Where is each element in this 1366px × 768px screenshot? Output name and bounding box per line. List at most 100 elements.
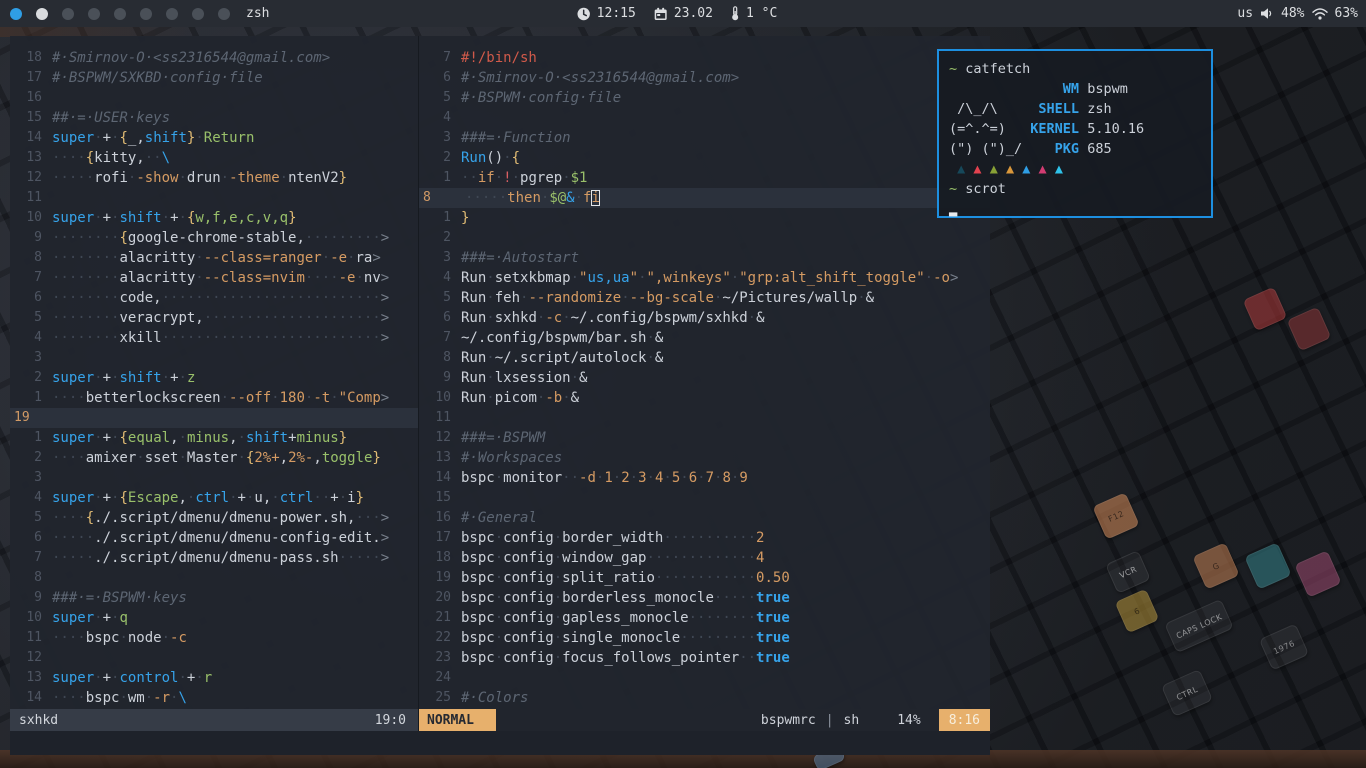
vim-split-bspwmrc[interactable]: 7#!/bin/sh6#·Smirnov-O·<ss2316544@gmail.…: [419, 36, 990, 731]
workspace-dot-2[interactable]: [36, 8, 48, 20]
code-line: 1····betterlockscreen·--off·180·-t·"Comp…: [10, 388, 418, 408]
token: PKG: [1030, 141, 1079, 157]
token: ·: [330, 390, 338, 406]
code-text: ##·=·USER·keys: [42, 108, 170, 128]
token: kitty,: [94, 150, 145, 166]
line-number: 8: [10, 568, 42, 588]
code-line: 19bspc·config·split_ratio············0.5…: [419, 568, 990, 588]
token: $1: [571, 170, 588, 186]
token: ##·=·USER·keys: [52, 110, 170, 126]
token: veracrypt,: [119, 310, 203, 326]
token: 2: [756, 530, 764, 546]
token: -theme: [229, 170, 280, 186]
token: ~: [949, 181, 957, 197]
token: config: [503, 570, 554, 586]
token: true: [756, 650, 790, 666]
workspace-dot-9[interactable]: [218, 8, 230, 20]
token: >: [381, 510, 389, 526]
workspace-dot-3[interactable]: [62, 8, 74, 20]
line-number: 11: [10, 188, 42, 208]
workspace-dot-8[interactable]: [192, 8, 204, 20]
code-text: super·+·{Escape,·ctrl·+·u,·ctrl··+·i}: [42, 488, 364, 508]
wifi-icon[interactable]: [1312, 8, 1328, 20]
token: {: [119, 490, 127, 506]
token: ·: [554, 610, 562, 626]
token: z: [187, 370, 195, 386]
token: ·: [554, 650, 562, 666]
workspace-dot-6[interactable]: [140, 8, 152, 20]
token: if: [478, 170, 495, 186]
workspace-dot-1[interactable]: [10, 8, 22, 20]
line-number: 13: [419, 448, 451, 468]
code-text: ·····then·$@&·fi: [455, 188, 600, 208]
token: ·: [339, 490, 347, 506]
token: &: [866, 290, 874, 306]
token: setxkbmap: [495, 270, 571, 286]
token: ····: [52, 630, 86, 646]
token: ·····: [52, 170, 94, 186]
token: "grp:alt_shift_toggle": [739, 270, 924, 286]
token: ·: [162, 210, 170, 226]
code-text: ········alacritty·--class=ranger·-e·ra>: [42, 248, 381, 268]
token: monitor: [503, 470, 562, 486]
token: ,: [170, 430, 178, 446]
token: border_width: [562, 530, 663, 546]
status-filetype: sh: [844, 713, 860, 728]
token: ····: [52, 690, 86, 706]
code-text: ········veracrypt,·····················>: [42, 308, 389, 328]
code-text: ····amixer·sset·Master·{2%+,2%-,toggle}: [42, 448, 381, 468]
token: Run: [461, 290, 486, 306]
token: super: [52, 610, 94, 626]
code-line: 5Run·feh·--randomize·--bg-scale·~/Pictur…: [419, 288, 990, 308]
code-line: 10Run·picom·-b·&: [419, 388, 990, 408]
token: rofi: [94, 170, 128, 186]
token: 8: [722, 470, 730, 486]
token: ·: [178, 170, 186, 186]
status-time-badge: 8:16: [939, 709, 990, 731]
workspace-dot-7[interactable]: [166, 8, 178, 20]
code-line: 5········veracrypt,·····················…: [10, 308, 418, 328]
token: sxhkd: [495, 310, 537, 326]
token: {: [512, 150, 520, 166]
line-number: 14: [419, 468, 451, 488]
code-text: #·Workspaces: [451, 448, 562, 468]
token: ·: [486, 350, 494, 366]
volume-icon[interactable]: [1260, 7, 1274, 20]
code-line: 6········code,··························…: [10, 288, 418, 308]
vim-terminal-window[interactable]: 18#·Smirnov-O·<ss2316544@gmail.com>17#·B…: [10, 36, 990, 755]
code-text: ·····./.script/dmenu/dmenu-pass.sh·····>: [42, 548, 389, 568]
token: WM: [1063, 81, 1079, 97]
token: ·: [663, 470, 671, 486]
token: u,: [254, 490, 271, 506]
token: Run: [461, 270, 486, 286]
code-line: 20bspc·config·borderless_monocle·····tru…: [419, 588, 990, 608]
vim-split-sxhkd[interactable]: 18#·Smirnov-O·<ss2316544@gmail.com>17#·B…: [10, 36, 418, 731]
token: ·············: [646, 550, 756, 566]
line-number: 12: [10, 648, 42, 668]
line-number: 15: [10, 108, 42, 128]
code-line: 9········{google-chrome-stable,·········…: [10, 228, 418, 248]
token: }: [461, 210, 469, 226]
code-text: bspc·config·focus_follows_pointer··true: [451, 648, 790, 668]
token: {: [119, 230, 127, 246]
token: 1: [604, 470, 612, 486]
token: super: [52, 490, 94, 506]
token: ctrl: [280, 490, 314, 506]
token: }: [372, 450, 380, 466]
line-number: 11: [419, 408, 451, 428]
token: super: [52, 670, 94, 686]
line-number: 9: [419, 368, 451, 388]
line-number: 3: [419, 248, 451, 268]
token: Master: [187, 450, 238, 466]
workspace-dot-5[interactable]: [114, 8, 126, 20]
code-text: [46, 408, 56, 428]
code-line: 9Run·lxsession·&: [419, 368, 990, 388]
token: ·: [486, 370, 494, 386]
keyboard-layout[interactable]: us: [1237, 6, 1253, 21]
token: ·: [646, 330, 654, 346]
line-number: 23: [419, 648, 451, 668]
workspace-dot-4[interactable]: [88, 8, 100, 20]
floating-terminal-window[interactable]: ~ catfetch WM bspwm /\_/\ SHELL zsh(=^.^…: [937, 49, 1213, 218]
token: ··: [313, 490, 330, 506]
code-text: ###·=·BSPWM·keys: [42, 588, 187, 608]
